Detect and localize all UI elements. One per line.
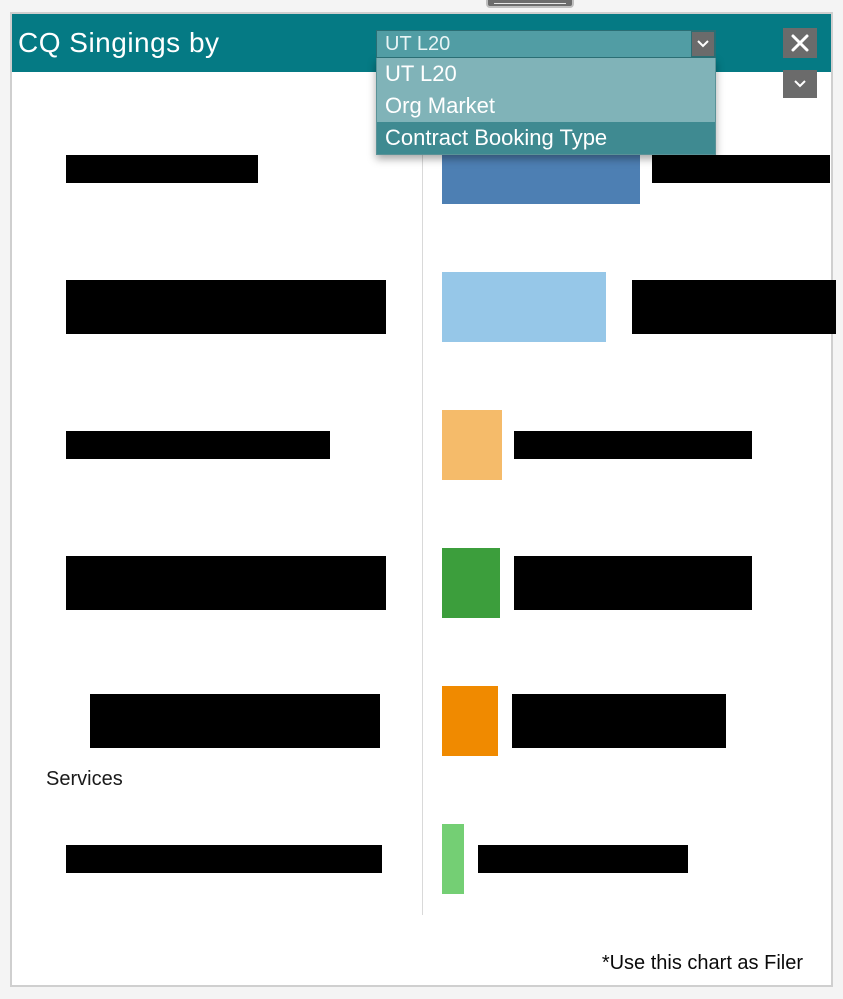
- dropdown-option[interactable]: Contract Booking Type: [377, 122, 715, 154]
- chart-row: [32, 272, 811, 342]
- dropdown-option[interactable]: UT L20: [377, 58, 715, 90]
- value-label-redacted: [514, 556, 752, 610]
- dropdown-option[interactable]: Org Market: [377, 90, 715, 122]
- value-label-redacted: [512, 694, 726, 748]
- chevron-down-icon: [794, 80, 806, 88]
- value-label-redacted: [514, 431, 752, 459]
- close-button[interactable]: [783, 28, 817, 58]
- panel-drag-grip[interactable]: [486, 0, 574, 8]
- panel-title: CQ Singings by: [18, 27, 220, 59]
- dropdown-list: UT L20 Org Market Contract Booking Type: [376, 58, 716, 155]
- category-label-redacted: [66, 556, 386, 610]
- chart-bar[interactable]: [442, 824, 464, 894]
- chart-panel: CQ Singings by UT L20 UT L20 Org Market …: [10, 12, 833, 987]
- chart-row: [32, 686, 811, 756]
- category-label-redacted: [90, 694, 380, 748]
- category-label-redacted: [66, 155, 258, 183]
- chevron-down-icon: [697, 40, 709, 48]
- value-label-redacted: [478, 845, 688, 873]
- value-label-redacted: [632, 280, 836, 334]
- close-icon: [790, 33, 810, 53]
- dropdown-selected[interactable]: UT L20: [376, 30, 716, 58]
- category-label-redacted: [66, 280, 386, 334]
- chart-bar[interactable]: [442, 272, 606, 342]
- chart-bar[interactable]: [442, 548, 500, 618]
- secondary-dropdown-button[interactable]: [783, 70, 817, 98]
- chart-bar[interactable]: [442, 686, 498, 756]
- partial-category-text: Services: [46, 768, 123, 791]
- chart-row: [32, 548, 811, 618]
- chart-row: [32, 410, 811, 480]
- dropdown-caret[interactable]: [691, 31, 715, 57]
- chart-footer-note: *Use this chart as Filer: [602, 952, 803, 975]
- chart-row: [32, 824, 811, 894]
- dropdown-selected-label: UT L20: [385, 33, 450, 56]
- chart-area: [12, 104, 831, 985]
- dimension-dropdown[interactable]: UT L20 UT L20 Org Market Contract Bookin…: [376, 30, 716, 155]
- category-label-redacted: [66, 431, 330, 459]
- category-label-redacted: [66, 845, 382, 873]
- chart-bar[interactable]: [442, 410, 502, 480]
- value-label-redacted: [652, 155, 830, 183]
